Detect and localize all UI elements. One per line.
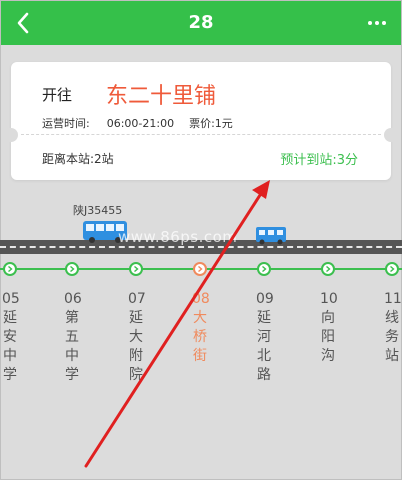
stop-name-char: 中 — [3, 348, 17, 364]
stop-name-char: 延 — [257, 310, 271, 326]
stop-item[interactable]: 07 延大附院 — [128, 290, 146, 385]
stop-node[interactable] — [65, 262, 79, 276]
stop-arrow-icon — [134, 266, 139, 272]
stop-name-char: 沟 — [321, 348, 335, 364]
stop-number: 06 — [64, 291, 82, 307]
more-dot — [375, 21, 379, 25]
stop-node[interactable] — [193, 262, 207, 276]
stop-arrow-icon — [8, 266, 13, 272]
route-info-card: 开往 东二十里铺 运营时间: 06:00-21:00 票价:1元 距离本站:2站… — [4, 62, 398, 180]
stop-number: 05 — [2, 291, 20, 307]
eta: 预计到站:3分 — [280, 153, 358, 168]
stop-name-char: 北 — [257, 348, 271, 364]
fare: 票价:1元 — [189, 117, 233, 130]
stop-name-char: 第 — [65, 310, 79, 326]
stop-name-char: 五 — [65, 329, 79, 345]
stop-number: 07 — [128, 291, 146, 307]
operation-info: 运营时间: 06:00-21:00 票价:1元 — [42, 115, 233, 131]
stop-name-char: 线 — [385, 310, 399, 326]
stop-node[interactable] — [257, 262, 271, 276]
stop-arrow-icon — [390, 266, 395, 272]
stop-name-char: 河 — [257, 329, 271, 345]
hours-label: 运营时间: — [42, 117, 90, 130]
more-button[interactable] — [363, 13, 391, 33]
stop-name-char: 阳 — [321, 329, 335, 345]
more-dot — [382, 21, 386, 25]
stop-name-char: 学 — [65, 367, 79, 383]
card-notch — [4, 128, 18, 142]
stop-item[interactable]: 09 延河北路 — [256, 290, 274, 385]
stop-item[interactable]: 08 大桥街 — [192, 290, 210, 366]
stop-name-char: 延 — [3, 310, 17, 326]
bus-plate: 陕J35455 — [73, 204, 123, 217]
bus-icon[interactable] — [255, 226, 287, 246]
stop-name-char: 安 — [3, 329, 17, 345]
stop-name-char: 中 — [65, 348, 79, 364]
stop-item[interactable]: 06 第五中学 — [64, 290, 82, 385]
stop-item[interactable]: 11 线务站 — [384, 290, 402, 366]
stop-name-char: 务 — [385, 329, 399, 345]
stop-number: 10 — [320, 291, 338, 307]
stop-arrow-icon — [262, 266, 267, 272]
stop-name-char: 院 — [129, 367, 143, 383]
stop-node[interactable] — [385, 262, 399, 276]
stop-name-char: 路 — [257, 367, 271, 383]
stop-name-char: 向 — [321, 310, 335, 326]
stop-arrow-icon — [326, 266, 331, 272]
page-title: 28 — [188, 12, 214, 33]
stop-arrow-icon — [70, 266, 75, 272]
stop-number: 11 — [384, 291, 402, 307]
card-divider — [21, 134, 381, 135]
stop-name-char: 大 — [129, 329, 143, 345]
stop-node[interactable] — [3, 262, 17, 276]
more-dots-icon — [368, 21, 372, 25]
stop-name-char: 站 — [385, 348, 399, 364]
stop-item[interactable]: 10 向阳沟 — [320, 290, 338, 366]
stop-name-char: 附 — [129, 348, 143, 364]
stop-node[interactable] — [321, 262, 335, 276]
stop-name-char: 街 — [193, 348, 207, 364]
stop-name-char: 学 — [3, 367, 17, 383]
hours-value: 06:00-21:00 — [106, 117, 175, 130]
card-notch — [384, 128, 398, 142]
direction-label: 开往 — [42, 86, 73, 104]
stop-name-char: 延 — [129, 310, 143, 326]
stop-node[interactable] — [129, 262, 143, 276]
stop-item[interactable]: 05 延安中学 — [2, 290, 20, 385]
stop-name-char: 大 — [193, 310, 207, 326]
stop-number: 08 — [192, 291, 210, 307]
watermark: www.86ps.com — [118, 228, 238, 246]
distance-to-stop: 距离本站:2站 — [42, 152, 114, 166]
stop-name-char: 桥 — [193, 329, 207, 345]
stop-number: 09 — [256, 291, 274, 307]
nav-bar: 28 — [1, 1, 401, 45]
stop-arrow-icon — [198, 266, 203, 272]
destination-name: 东二十里铺 — [106, 84, 217, 109]
